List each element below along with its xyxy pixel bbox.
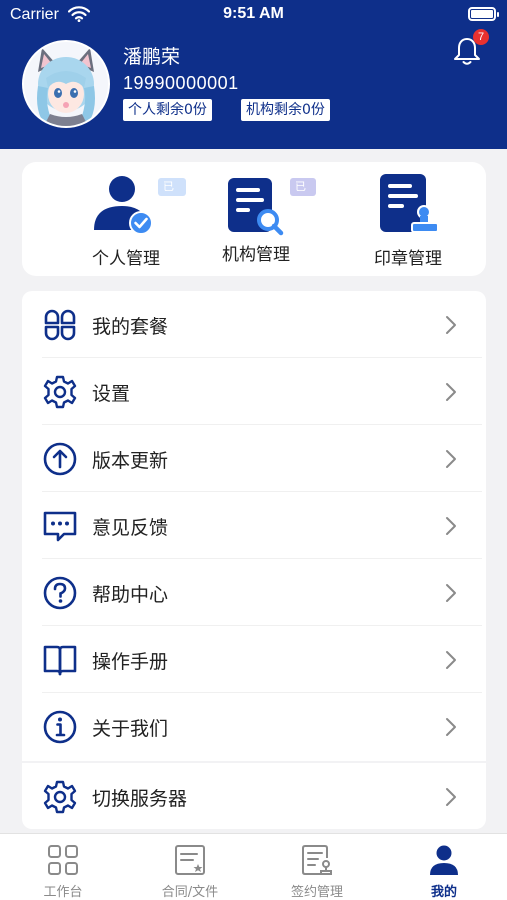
gear-icon bbox=[43, 780, 77, 814]
verified-badge: 已认证 bbox=[290, 178, 316, 229]
profile-header: Carrier 9:51 AM 潘鹏荣 19990000001 个人剩余0份 机… bbox=[0, 0, 507, 149]
document-stamp-icon bbox=[380, 174, 439, 233]
tab-label: 工作台 bbox=[43, 885, 83, 900]
chevron-right-icon bbox=[446, 651, 456, 669]
menu-label: 我的套餐 bbox=[92, 316, 169, 338]
gear-icon bbox=[43, 375, 77, 409]
bottom-tab-bar: 工作台 合同/文件 签约管理 我的 bbox=[0, 833, 507, 900]
quick-actions-card: 已认证 个人管理 已认证 机构管理 印章管理 bbox=[22, 162, 486, 276]
document-search-icon bbox=[228, 178, 284, 236]
chevron-right-icon bbox=[446, 450, 456, 468]
person-icon bbox=[430, 845, 458, 875]
chevron-right-icon bbox=[446, 383, 456, 401]
server-switch-card: 切换服务器 bbox=[22, 763, 486, 829]
chevron-right-icon bbox=[446, 788, 456, 806]
personal-management-button[interactable]: 已认证 个人管理 bbox=[66, 172, 186, 272]
four-petal-icon bbox=[44, 309, 76, 341]
menu-item-my-package[interactable]: 我的套餐 bbox=[22, 291, 486, 358]
menu-item-about-us[interactable]: 关于我们 bbox=[22, 693, 486, 760]
seal-management-button[interactable]: 印章管理 bbox=[348, 172, 468, 272]
menu-item-version-update[interactable]: 版本更新 bbox=[22, 425, 486, 492]
verified-badge: 已认证 bbox=[158, 178, 186, 229]
book-icon bbox=[43, 645, 77, 676]
chevron-right-icon bbox=[446, 718, 456, 736]
menu-label: 版本更新 bbox=[92, 450, 169, 472]
personal-quota-badge: 个人剩余0份 bbox=[123, 99, 212, 121]
org-management-button[interactable]: 已认证 机构管理 bbox=[196, 172, 316, 272]
contract-icon bbox=[175, 845, 205, 875]
menu-label: 切换服务器 bbox=[92, 788, 188, 810]
question-circle-icon bbox=[43, 576, 77, 610]
info-circle-icon bbox=[43, 710, 77, 744]
menu-label: 关于我们 bbox=[92, 718, 169, 740]
tab-sign-management[interactable]: 签约管理 bbox=[254, 834, 380, 900]
menu-item-switch-server[interactable]: 切换服务器 bbox=[22, 763, 486, 830]
chevron-right-icon bbox=[446, 584, 456, 602]
org-management-label: 机构管理 bbox=[222, 245, 290, 265]
tab-label: 合同/文件 bbox=[161, 885, 219, 900]
tab-workbench[interactable]: 工作台 bbox=[0, 834, 126, 900]
tab-label: 签约管理 bbox=[290, 885, 343, 900]
menu-item-user-manual[interactable]: 操作手册 bbox=[22, 626, 486, 693]
menu-label: 操作手册 bbox=[92, 651, 169, 673]
menu-item-help-center[interactable]: 帮助中心 bbox=[22, 559, 486, 626]
sign-manage-icon bbox=[302, 845, 332, 875]
tab-label: 我的 bbox=[430, 885, 457, 900]
status-bar: Carrier 9:51 AM bbox=[0, 0, 507, 30]
menu-item-settings[interactable]: 设置 bbox=[22, 358, 486, 425]
battery-icon bbox=[468, 7, 499, 21]
anime-avatar-image bbox=[24, 42, 108, 126]
tab-contracts[interactable]: 合同/文件 bbox=[127, 834, 253, 900]
grid-icon bbox=[48, 845, 78, 875]
menu-label: 意见反馈 bbox=[92, 517, 169, 539]
tab-mine[interactable]: 我的 bbox=[381, 834, 507, 900]
notification-badge: 7 bbox=[473, 29, 489, 45]
clock: 9:51 AM bbox=[223, 5, 284, 22]
user-name: 潘鹏荣 bbox=[123, 46, 181, 68]
org-quota-badge: 机构剩余0份 bbox=[241, 99, 330, 121]
chevron-right-icon bbox=[446, 316, 456, 334]
chevron-right-icon bbox=[446, 517, 456, 535]
menu-label: 设置 bbox=[92, 383, 131, 405]
user-phone: 19990000001 bbox=[123, 73, 239, 93]
chat-bubble-icon bbox=[43, 511, 77, 542]
person-verified-icon bbox=[94, 176, 153, 235]
arrow-up-circle-icon bbox=[43, 442, 77, 476]
settings-menu: 我的套餐 设置 版本更新 意见反馈 帮助中心 操作手册 关于我们 bbox=[22, 291, 486, 761]
seal-management-label: 印章管理 bbox=[374, 249, 442, 269]
menu-item-feedback[interactable]: 意见反馈 bbox=[22, 492, 486, 559]
avatar[interactable] bbox=[22, 40, 110, 128]
personal-management-label: 个人管理 bbox=[92, 249, 160, 269]
menu-label: 帮助中心 bbox=[92, 584, 169, 606]
